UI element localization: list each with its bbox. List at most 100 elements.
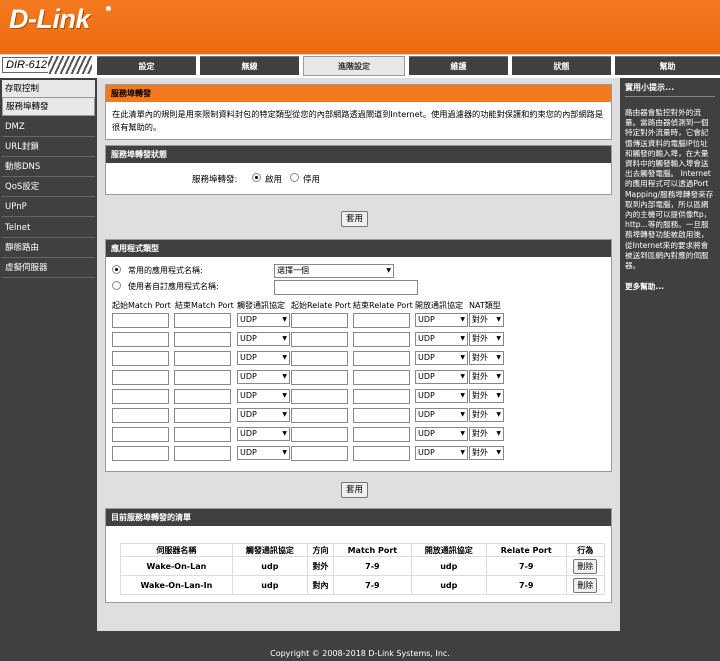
match-start-input[interactable] (112, 427, 169, 442)
sidebar-item-static-route[interactable]: 靜態路由 (2, 239, 95, 258)
trigger-proto-select[interactable]: UDP (237, 427, 290, 441)
sidebar-item-ddns[interactable]: 動態DNS (2, 158, 95, 177)
match-end-input[interactable] (174, 389, 231, 404)
relate-start-input[interactable] (291, 313, 348, 328)
match-start-input[interactable] (112, 370, 169, 385)
match-start-input[interactable] (112, 389, 169, 404)
delete-button[interactable]: 刪除 (573, 558, 598, 574)
relate-start-input[interactable] (291, 370, 348, 385)
trigger-proto-select[interactable]: UDP (237, 332, 290, 346)
match-end-input[interactable] (174, 427, 231, 442)
open-proto-select[interactable]: UDP (415, 446, 468, 460)
relate-end-input[interactable] (353, 370, 410, 385)
sidebar-item-virtual-server[interactable]: 虛擬伺服器 (2, 259, 95, 278)
trigger-proto-select[interactable]: UDP (237, 446, 290, 460)
open-proto-select[interactable]: UDP (415, 351, 468, 365)
open-proto-select[interactable]: UDP (415, 332, 468, 346)
nat-type-select[interactable]: 對外 (469, 332, 504, 346)
col-relate-port: Relate Port (485, 543, 567, 557)
match-start-input[interactable] (112, 408, 169, 423)
intro-section: 服務埠轉發 在此清單內的規則是用來限制資料封包的特定類型從您的內部網路透過閘道到… (105, 84, 612, 140)
match-end-input[interactable] (174, 370, 231, 385)
nat-type-select[interactable]: 對外 (469, 313, 504, 327)
match-end-input[interactable] (174, 332, 231, 347)
sidebar-item-upnp[interactable]: UPnP (2, 198, 95, 217)
help-panel: 實用小提示... 路由器會監控對外的流量。當路由器偵測到一個特定對外流量時，它會… (620, 78, 720, 631)
match-start-input[interactable] (112, 446, 169, 461)
relate-end-input[interactable] (353, 332, 410, 347)
relate-end-input[interactable] (353, 351, 410, 366)
apptype-section: 應用程式類型 常用的應用程式名稱: 選擇一個 使用者自訂應用程式名稱: 起始Ma… (105, 239, 612, 472)
nat-type-select[interactable]: 對外 (469, 446, 504, 460)
relate-start-input[interactable] (291, 408, 348, 423)
open-proto-select[interactable]: UDP (415, 313, 468, 327)
trigger-proto-select[interactable]: UDP (237, 389, 290, 403)
match-end-input[interactable] (174, 313, 231, 328)
sidebar-item-qos[interactable]: QoS設定 (2, 178, 95, 197)
disable-radio[interactable] (290, 173, 299, 182)
relate-end-input[interactable] (353, 427, 410, 442)
tab-wireless[interactable]: 無線 (200, 56, 299, 75)
custom-app-radio[interactable] (112, 281, 121, 290)
nat-type-select[interactable]: 對外 (469, 389, 504, 403)
more-help-link[interactable]: 更多幫助... (625, 281, 715, 292)
relate-start-input[interactable] (291, 389, 348, 404)
relate-end-input[interactable] (353, 408, 410, 423)
row-name: Wake-On-Lan-In (120, 575, 233, 595)
tab-maintenance[interactable]: 維護 (409, 56, 508, 75)
nat-type-select[interactable]: 對外 (469, 370, 504, 384)
enable-radio[interactable] (252, 173, 261, 182)
apply-button-bottom[interactable]: 套用 (341, 482, 368, 498)
relate-end-input[interactable] (353, 446, 410, 461)
relate-end-input[interactable] (353, 389, 410, 404)
match-end-input[interactable] (174, 351, 231, 366)
row-trigger: udp (231, 575, 308, 595)
nat-type-select[interactable]: 對外 (469, 351, 504, 365)
match-end-input[interactable] (174, 408, 231, 423)
common-app-select[interactable]: 選擇一個 (274, 264, 394, 278)
match-start-input[interactable] (112, 332, 169, 347)
match-start-input[interactable] (112, 351, 169, 366)
trigger-proto-select[interactable]: UDP (237, 370, 290, 384)
trigger-proto-select[interactable]: UDP (237, 408, 290, 422)
tab-setup[interactable]: 設定 (97, 56, 196, 75)
header-match-end: 結束Match Port (175, 301, 234, 310)
nat-type-select[interactable]: 對外 (469, 427, 504, 441)
custom-app-input[interactable] (274, 280, 418, 295)
relate-end-input[interactable] (353, 313, 410, 328)
match-start-input[interactable] (112, 313, 169, 328)
relate-start-input[interactable] (291, 446, 348, 461)
open-proto-select[interactable]: UDP (415, 427, 468, 441)
row-relate: 7-9 (485, 575, 567, 595)
relate-start-input[interactable] (291, 332, 348, 347)
row-direction: 對內 (306, 575, 335, 595)
open-proto-select[interactable]: UDP (415, 370, 468, 384)
tab-help[interactable]: 幫助 (615, 56, 720, 75)
header-nat-type: NAT類型 (469, 301, 501, 310)
match-end-input[interactable] (174, 446, 231, 461)
row-open: udp (410, 556, 487, 576)
col-direction: 方向 (306, 543, 335, 557)
col-server-name: 伺服器名稱 (120, 543, 233, 557)
relate-start-input[interactable] (291, 351, 348, 366)
col-action: 行為 (565, 543, 606, 557)
table-row: Wake-On-Lan-In udp 對內 7-9 udp 7-9 刪除 (120, 575, 606, 595)
sidebar-item-dmz[interactable]: DMZ (2, 118, 95, 137)
nat-type-select[interactable]: 對外 (469, 408, 504, 422)
common-app-radio[interactable] (112, 265, 121, 274)
sidebar-item-telnet[interactable]: Telnet (2, 219, 95, 238)
tab-status[interactable]: 狀態 (512, 56, 611, 75)
help-text: 路由器會監控對外的流量。當路由器偵測到一個特定對外流量時，它會記憶傳送資料的電腦… (625, 108, 714, 271)
apply-button-top[interactable]: 套用 (341, 211, 368, 227)
delete-button[interactable]: 刪除 (573, 577, 598, 593)
trigger-proto-select[interactable]: UDP (237, 351, 290, 365)
relate-start-input[interactable] (291, 427, 348, 442)
open-proto-select[interactable]: UDP (415, 389, 468, 403)
open-proto-select[interactable]: UDP (415, 408, 468, 422)
trigger-proto-select[interactable]: UDP (237, 313, 290, 327)
row-match: 7-9 (333, 575, 412, 595)
sidebar-item-url-block[interactable]: URL封鎖 (2, 138, 95, 157)
common-app-label: 常用的應用程式名稱: (128, 266, 203, 275)
sidebar-item-port-trigger[interactable]: 服務埠轉發 (2, 97, 95, 116)
tab-advanced[interactable]: 進階設定 (303, 56, 405, 76)
